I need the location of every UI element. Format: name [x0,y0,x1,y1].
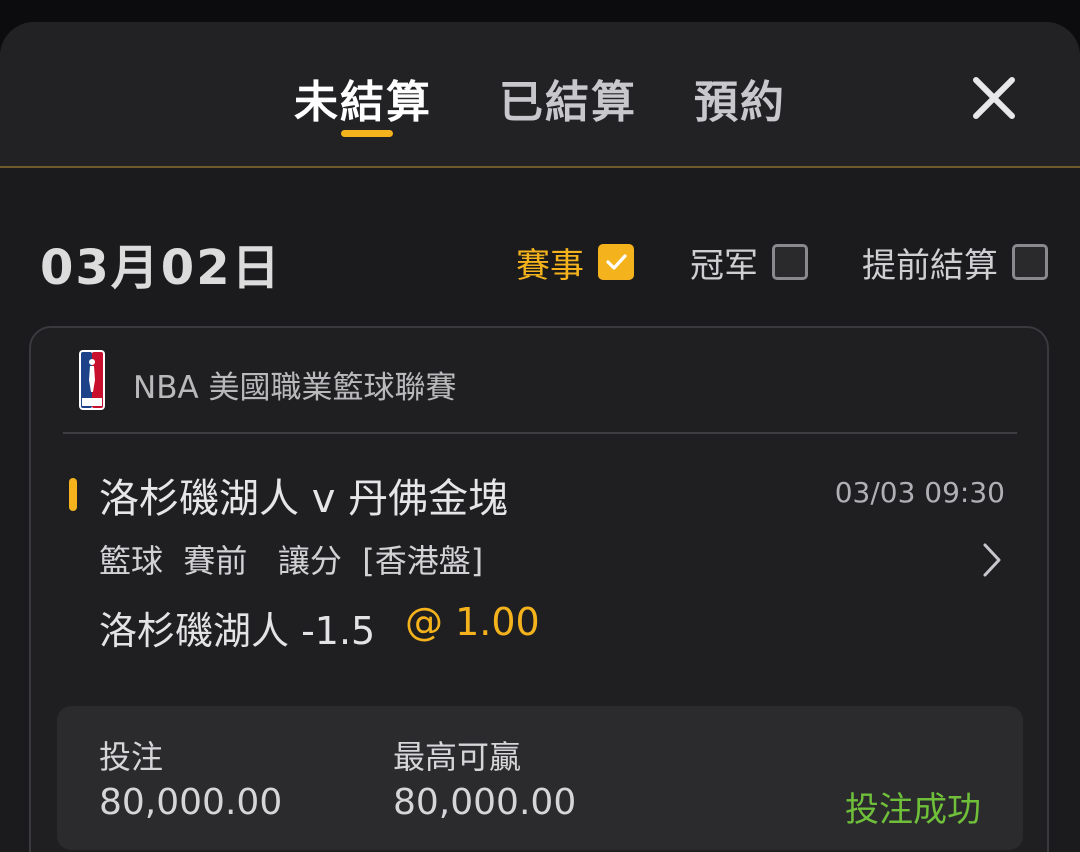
league-row: NBA 美國職業籃球聯賽 [31,328,1047,434]
tab-unsettled[interactable]: 未結算 [294,66,432,130]
filter-label: 冠军 [690,245,758,286]
checkmark-icon [606,254,627,270]
tab-reserved[interactable]: 預約 [694,66,786,130]
league-name: NBA 美國職業籃球聯賽 [133,370,457,406]
bet-record-sheet: 未結算 已結算 預約 03月02日 賽事 冠军 提前結算 NBA 美國職業籃球聯… [0,22,1080,852]
bet-card: NBA 美國職業籃球聯賽 洛杉磯湖人 v 丹佛金塊 03/03 09:30 籃球… [29,326,1049,852]
match-indicator [69,478,77,511]
max-win-value: 80,000.00 [393,782,577,823]
bet-odds: @ 1.00 [405,600,540,644]
date-heading: 03月02日 [40,240,282,296]
close-icon [973,77,1015,119]
filter-checkbox-checked[interactable] [598,244,634,280]
filter-early-cashout[interactable]: 提前結算 [862,242,1048,286]
filter-label: 賽事 [516,245,584,286]
divider [63,432,1017,434]
chevron-right-icon [983,543,1001,577]
filter-events[interactable]: 賽事 [516,242,634,286]
filter-checkbox[interactable] [1012,244,1048,280]
bet-summary: 投注 80,000.00 最高可贏 80,000.00 投注成功 [57,706,1023,850]
active-tab-indicator [341,130,393,137]
bet-info: 籃球 賽前 讓分 [香港盤] [99,542,484,580]
bet-status: 投注成功 [845,790,981,830]
bet-selection: 洛杉磯湖人 -1.5 [99,609,376,653]
stake-value: 80,000.00 [99,782,283,823]
filter-label: 提前結算 [862,245,998,286]
stake-label: 投注 [99,738,164,776]
tab-settled[interactable]: 已結算 [499,66,637,130]
tab-header: 未結算 已結算 預約 [0,22,1080,168]
nba-logo-icon [79,350,105,410]
match-title: 洛杉磯湖人 v 丹佛金塊 [99,476,509,522]
match-time: 03/03 09:30 [834,476,1005,509]
details-button[interactable] [977,540,1007,580]
close-button[interactable] [966,70,1022,126]
filter-checkbox[interactable] [772,244,808,280]
filter-outrights[interactable]: 冠军 [690,242,808,286]
max-win-label: 最高可贏 [393,738,522,776]
